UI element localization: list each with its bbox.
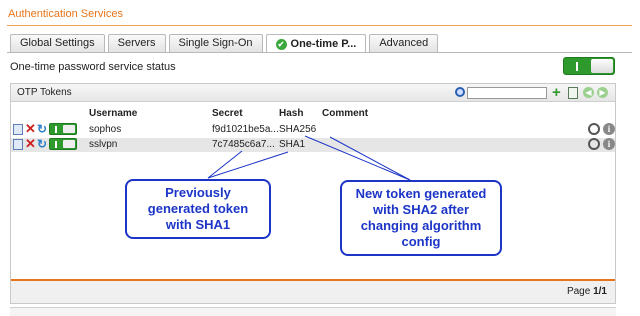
callout-leader-line bbox=[207, 150, 243, 179]
callout-leader-line bbox=[329, 136, 411, 181]
callout-previous-token: Previously generated token with SHA1 bbox=[125, 179, 271, 239]
callout-leader-line bbox=[304, 135, 411, 181]
callout-leader-lines bbox=[207, 135, 411, 181]
callout-leader-line bbox=[207, 151, 289, 179]
callout-new-token: New token generated with SHA2 after chan… bbox=[340, 180, 502, 256]
